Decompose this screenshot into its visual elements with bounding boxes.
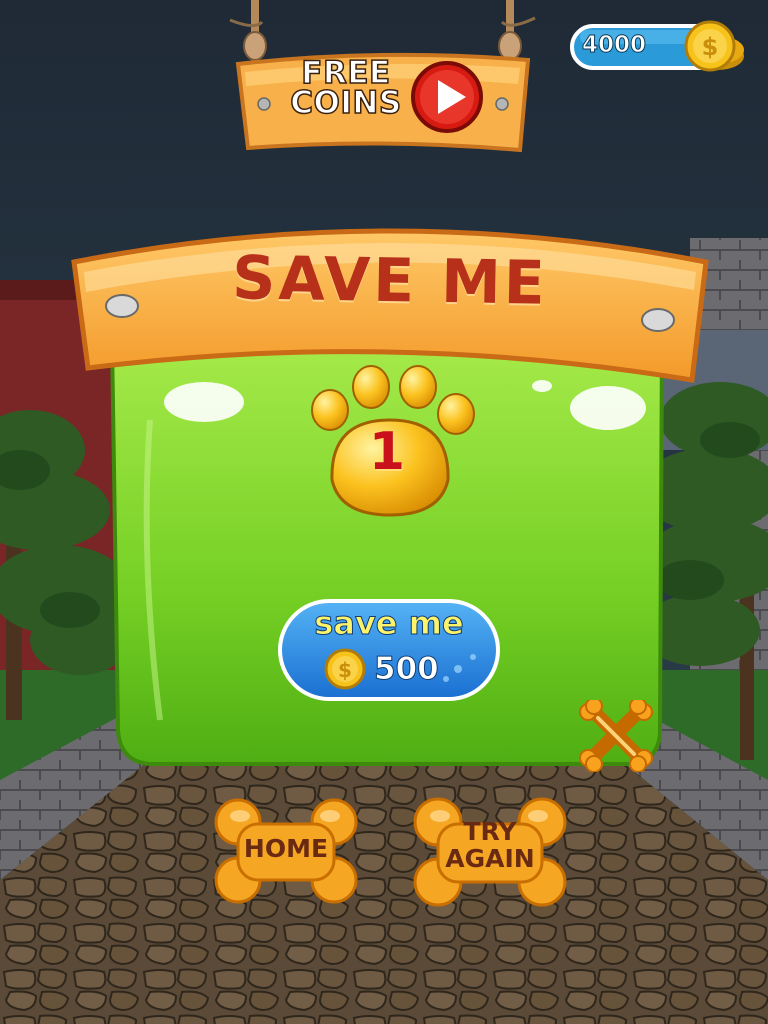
close-button[interactable]	[578, 697, 654, 773]
try-again-button-label: TRY AGAIN	[445, 817, 535, 873]
lives-remaining-count: 1	[368, 422, 406, 482]
save-me-cost: 500	[374, 651, 440, 688]
close-icon	[579, 697, 653, 773]
svg-text:$: $	[338, 658, 352, 682]
home-button-label: HOME	[243, 834, 329, 863]
coin-icon: $	[324, 648, 366, 690]
save-me-button-label: save me	[314, 604, 464, 643]
panel-title: SAVE ME	[231, 243, 549, 319]
